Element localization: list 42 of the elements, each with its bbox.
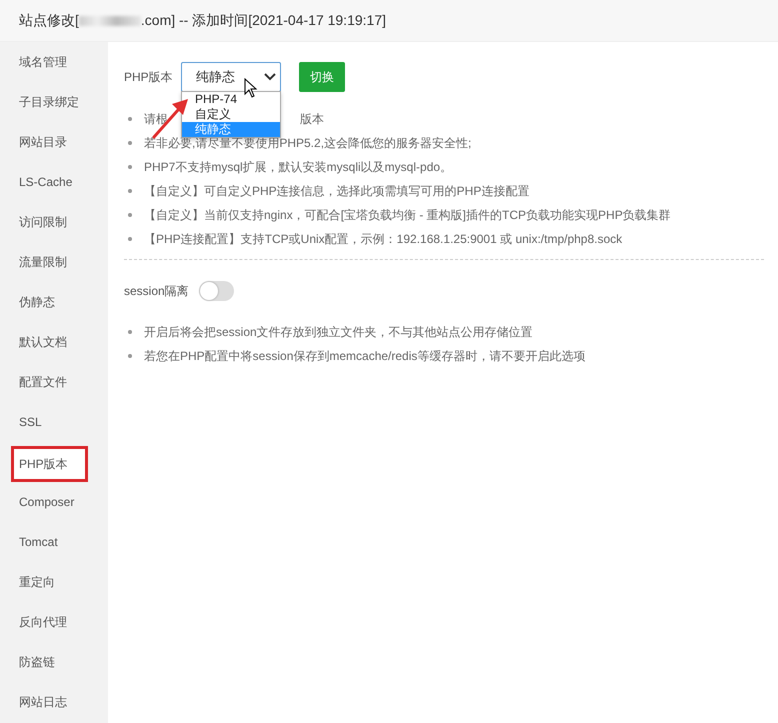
bullet-icon [128, 213, 132, 217]
sidebar-item[interactable]: 网站目录 [0, 122, 108, 162]
window-title: 站点修改[ [19, 12, 79, 30]
sidebar-item[interactable]: 网站日志 [0, 682, 108, 722]
blurred-domain [78, 16, 141, 26]
sidebar-item[interactable]: PHP版本 [11, 446, 88, 482]
sidebar-item[interactable]: LS-Cache [0, 162, 108, 202]
note-text: 开启后将会把session文件存放到独立文件夹，不与其他站点公用存储位置 [144, 324, 533, 340]
bullet-icon [128, 354, 132, 358]
sidebar-item[interactable]: 流量限制 [0, 242, 108, 282]
note-text: 【自定义】当前仅支持nginx，可配合[宝塔负载均衡 - 重构版]插件的TCP负载功能实现PHP负载集群 [144, 206, 671, 224]
note-text: 【自定义】可自定义PHP连接信息，选择此项需填写可用的PHP连接配置 [144, 182, 530, 200]
bullet-icon [128, 330, 132, 334]
sidebar-item[interactable]: 子目录绑定 [0, 82, 108, 122]
sidebar-item[interactable]: Tomcat [0, 522, 108, 562]
bullet-icon [128, 141, 132, 145]
bullet-icon [128, 237, 132, 241]
window-title-suffix: .com] -- 添加时间[2021-04-17 19:19:17] [140, 12, 386, 30]
session-label: session隔离 [124, 282, 189, 300]
note-text: 版本 [300, 110, 324, 128]
session-toggle[interactable] [198, 281, 234, 301]
version-select[interactable]: 纯静态 [181, 62, 281, 92]
sidebar-item[interactable]: SSL [0, 402, 108, 442]
dropdown-option[interactable]: 自定义 [182, 107, 280, 122]
sidebar-item[interactable]: Composer [0, 482, 108, 522]
note-text: PHP7不支持mysql扩展，默认安装mysqli以及mysql-pdo。 [144, 158, 452, 176]
sidebar-item[interactable]: 配置文件 [0, 362, 108, 402]
sidebar-item[interactable]: 域名管理 [0, 42, 108, 82]
note-text: 请根 [144, 110, 168, 128]
sidebar-item[interactable]: 防盗链 [0, 642, 108, 682]
bullet-icon [128, 117, 132, 121]
note-text: 若您在PHP配置中将session保存到memcache/redis等缓存器时，请不要开启此选项 [144, 348, 586, 364]
chevron-down-icon [264, 73, 276, 81]
bullet-icon [128, 165, 132, 169]
sidebar-item[interactable]: 默认文档 [0, 322, 108, 362]
sidebar-item[interactable]: 重定向 [0, 562, 108, 602]
bullet-icon [128, 189, 132, 193]
php-version-label: PHP版本 [124, 68, 174, 86]
sidebar-item[interactable]: 伪静态 [0, 282, 108, 322]
sidebar-item[interactable]: 访问限制 [0, 202, 108, 242]
note-text: 【PHP连接配置】支持TCP或Unix配置，示例：192.168.1.25:9001 或 unix:/tmp/php8.sock [144, 230, 622, 248]
sidebar-item[interactable]: 反向代理 [0, 602, 108, 642]
